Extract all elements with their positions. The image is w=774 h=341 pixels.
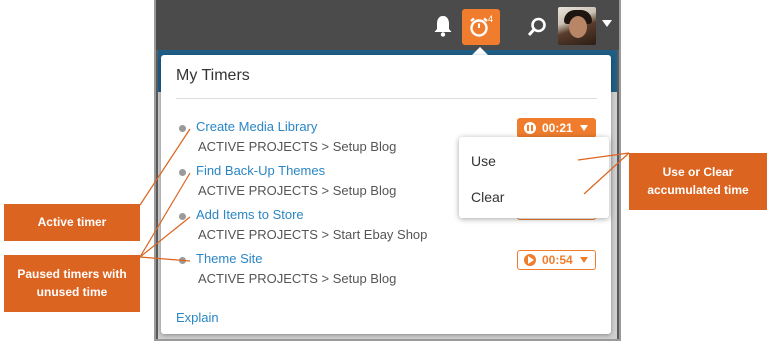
active-timer-callout: Active timer — [4, 204, 140, 241]
paused-timers-callout: Paused timers with unused time — [4, 255, 140, 312]
callout-text: unused time — [36, 284, 108, 299]
use-clear-callout: Use or Clear accumulated time — [629, 153, 767, 210]
callout-text: Paused timers with — [17, 267, 127, 282]
callout-text: Use or Clear — [662, 165, 734, 180]
callout-text: Active timer — [37, 214, 107, 229]
callout-text: accumulated time — [647, 182, 749, 197]
